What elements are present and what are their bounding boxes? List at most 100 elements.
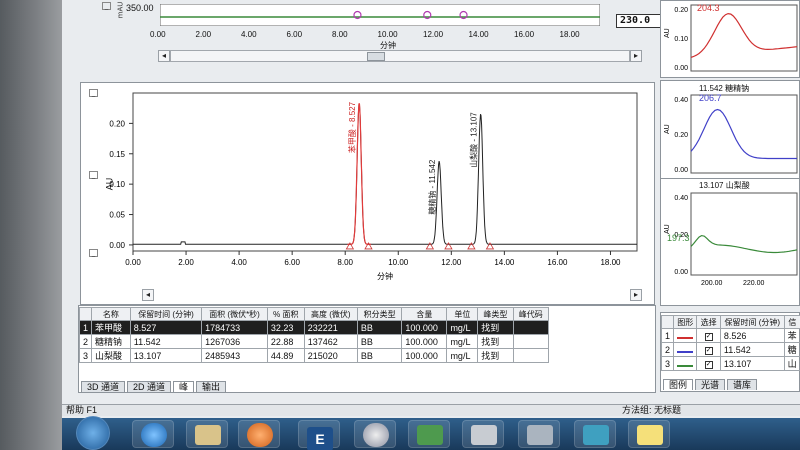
results-row[interactable]: 3 山梨酸 13.107 2485943 44.89 215020 BB 100.000 mg/… <box>78 348 550 363</box>
bottom-tab[interactable]: 输出 <box>196 381 227 392</box>
package-taskbar-icon[interactable] <box>574 420 616 448</box>
overview-axis-label: mAU <box>116 1 125 19</box>
right-tab[interactable]: 图例 <box>663 379 694 390</box>
results-cell: 44.89 <box>266 348 305 363</box>
results-cell: mg/L <box>446 320 479 335</box>
results-cell: 137462 <box>303 334 358 349</box>
results-column-header[interactable]: 峰代码 <box>512 307 550 321</box>
spectrum-frame <box>690 192 798 276</box>
spectrum-max-label: 204.3 <box>697 3 720 13</box>
overview-x-tick: 2.00 <box>195 30 212 39</box>
right-tab[interactable]: 谱库 <box>727 379 758 390</box>
right-table-header[interactable]: 信 <box>783 315 800 329</box>
results-row[interactable]: 2 糖精钠 11.542 1267036 22.88 137462 BB 100.000 mg/… <box>78 334 550 349</box>
right-table-header[interactable]: 保留时间 (分钟) <box>719 315 785 329</box>
spectrum-x-tick: 200.00 <box>701 280 723 287</box>
chromatogram-scroll-right[interactable]: ▸ <box>630 289 642 301</box>
right-tab[interactable]: 光谱 <box>695 379 726 390</box>
spectrum-y-tick: 0.20 <box>674 7 688 14</box>
right-table-row[interactable]: 2 ✓ 11.542 糖 <box>660 342 800 357</box>
results-cell: 找到 <box>477 348 514 363</box>
overview-x-tick: 8.00 <box>332 30 348 39</box>
spectrum-plot-1[interactable]: 0.20 0.10 0.00 AU 204.3 <box>661 1 800 79</box>
status-bar: 帮助 F1 方法组: 无标题 <box>62 404 800 416</box>
spectrum-panel-2: 11.542 糖精钠 0.40 0.20 0.00 AU 206.7 <box>660 80 800 180</box>
start-button[interactable] <box>76 416 110 450</box>
media-player-taskbar-icon[interactable] <box>238 420 280 448</box>
explorer-taskbar-icon[interactable] <box>186 420 228 448</box>
y-tick-label: 0.10 <box>109 180 125 189</box>
overview-x-tick: 18.00 <box>559 30 580 39</box>
windows-taskbar: E <box>62 416 800 450</box>
ie-taskbar-icon[interactable] <box>132 420 174 448</box>
right-table-row[interactable]: 1 ✓ 8.526 苯 <box>660 328 800 343</box>
network-taskbar-icon[interactable] <box>462 420 504 448</box>
overview-plot[interactable] <box>160 4 600 26</box>
results-column-header[interactable]: 积分类型 <box>356 307 403 321</box>
overview-x-tick: 0.00 <box>150 30 166 39</box>
chromatogram-panel: _ _ AU _ 0.20 0.15 0.10 0.05 0.00 0.00 2.00 4.0… <box>80 82 655 305</box>
results-row[interactable]: 1 苯甲酸 8.527 1784733 32.23 232221 BB 100.000 mg/L… <box>78 320 550 335</box>
row-number: 1 <box>78 320 93 335</box>
results-cell: 找到 <box>477 334 514 349</box>
results-cell: 找到 <box>477 320 514 335</box>
results-cell: 8.527 <box>129 320 203 335</box>
results-column-header[interactable]: 面积 (微伏*秒) <box>201 307 268 321</box>
spectrum-y-tick: 0.00 <box>674 167 688 174</box>
right-table-row[interactable]: 3 ✓ 13.107 山 <box>660 356 800 371</box>
results-column-header[interactable]: % 面积 <box>266 307 305 321</box>
results-cell: 11.542 <box>129 334 203 349</box>
right-tab-bar: 图例 光谱 谱库 <box>663 377 759 390</box>
spectrum-plot-3[interactable]: 0.400.200.00AU197.3200.00 220.00 <box>661 179 800 307</box>
results-cell: 100.000 <box>401 348 448 363</box>
empower-taskbar-icon[interactable]: E <box>298 420 340 450</box>
right-row-number: 1 <box>660 328 675 343</box>
overview-scroll-left[interactable]: ◂ <box>158 50 170 62</box>
chromatogram-plot[interactable]: 0.20 0.15 0.10 0.05 0.000.00 2.00 4.00 6.00 8.00… <box>81 83 656 288</box>
right-table-header[interactable]: 选择 <box>696 315 721 329</box>
chart-taskbar-icon[interactable] <box>628 420 670 448</box>
results-cell: BB <box>356 334 403 349</box>
bottom-tab[interactable]: 2D 通道 <box>127 381 172 392</box>
overview-scrollbar[interactable] <box>170 50 630 62</box>
spectrum-ylabel: AU <box>664 28 671 38</box>
overview-x-tick: 12.00 <box>423 30 444 39</box>
x-tick-label: 2.00 <box>178 258 194 267</box>
overview-x-tick: 6.00 <box>286 30 303 39</box>
select-checkbox[interactable]: ✓ <box>696 328 721 343</box>
results-cell: 山梨酸 <box>91 348 131 363</box>
results-column-header[interactable]: 保留时间 (分钟) <box>129 307 203 321</box>
chromatogram-scroll-left[interactable]: ◂ <box>142 289 154 301</box>
bottom-tab[interactable]: 3D 通道 <box>81 381 126 392</box>
drive-taskbar-icon[interactable] <box>408 420 450 448</box>
app-taskbar-icon[interactable] <box>518 420 560 448</box>
row-number: 2 <box>78 334 93 349</box>
results-column-header[interactable]: 名称 <box>91 307 131 321</box>
wavelength-field[interactable]: 230.0 <box>616 14 666 28</box>
select-checkbox[interactable]: ✓ <box>696 356 721 371</box>
spectrum-plot-2[interactable]: 0.40 0.20 0.00 AU 206.7 <box>661 81 800 181</box>
overview-scroll-right[interactable]: ▸ <box>630 50 642 62</box>
results-column-header[interactable]: 含量 <box>401 307 448 321</box>
right-table-header[interactable]: 图形 <box>673 315 698 329</box>
results-column-header[interactable]: 高度 (微伏) <box>303 307 358 321</box>
plot-frame <box>132 92 638 252</box>
results-cell <box>512 334 550 349</box>
results-cell <box>512 348 550 363</box>
x-tick-label: 14.00 <box>494 258 515 267</box>
spectrum-2-title: 11.542 糖精钠 <box>699 84 750 93</box>
select-checkbox[interactable]: ✓ <box>696 342 721 357</box>
legend-swatch <box>673 328 698 343</box>
spectrum-frame <box>690 94 798 174</box>
results-column-header[interactable]: 单位 <box>446 307 479 321</box>
overview-scroll-thumb[interactable] <box>367 52 385 61</box>
right-retention-time: 11.542 <box>719 342 785 357</box>
x-tick-label: 10.00 <box>388 258 409 267</box>
results-column-header[interactable]: 峰类型 <box>477 307 514 321</box>
overview-x-tick: 4.00 <box>241 30 257 39</box>
bottom-tab[interactable]: 峰 <box>173 381 195 392</box>
disk-taskbar-icon[interactable] <box>354 420 396 448</box>
spectrum-frame <box>690 4 798 72</box>
overview-minimize-icon[interactable]: _ <box>102 2 111 10</box>
y-tick-label: 0.05 <box>109 211 125 220</box>
